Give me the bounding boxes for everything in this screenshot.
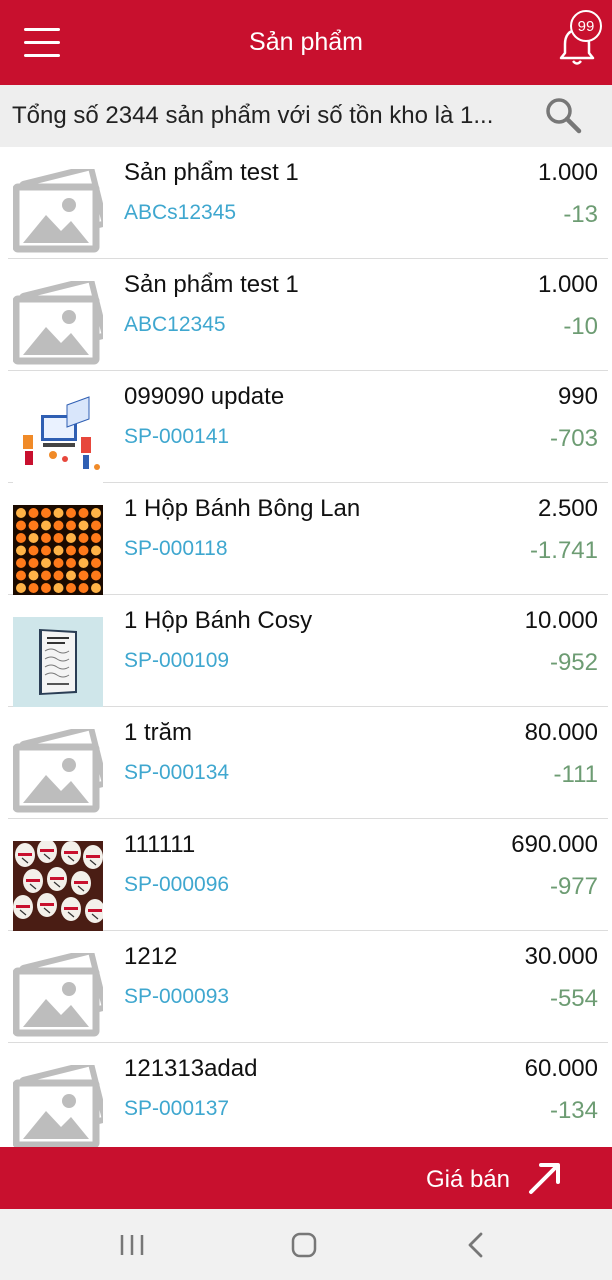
product-stock: -977	[549, 873, 598, 900]
product-code: ABC12345	[124, 313, 226, 336]
product-name: 1 trăm	[124, 719, 193, 746]
product-price: 2.500	[537, 495, 598, 522]
product-row[interactable]: 1 Hộp Bánh Bông Lan SP-000118 2.500 -1.741	[8, 483, 608, 595]
system-navigation-bar	[0, 1209, 612, 1280]
sale-price-label: Giá bán	[425, 1166, 510, 1193]
app-header: Sản phẩm 99	[0, 0, 612, 85]
bottom-action-bar: Giá bán	[0, 1147, 612, 1209]
product-price: 60.000	[524, 1055, 598, 1082]
product-price: 10.000	[524, 607, 598, 634]
lanterns-image	[13, 841, 103, 931]
product-row[interactable]: 1 trăm SP-000134 80.000 -111	[8, 707, 608, 819]
product-row[interactable]: 1212 SP-000093 30.000 -554	[8, 931, 608, 1043]
placeholder-image	[13, 169, 103, 259]
product-code: SP-000109	[124, 649, 230, 672]
back-icon[interactable]	[456, 1227, 496, 1263]
book-image	[13, 617, 103, 707]
product-stock: -111	[553, 761, 598, 788]
product-stock: -13	[563, 201, 598, 228]
product-price: 990	[557, 383, 598, 410]
product-stock: -10	[563, 313, 598, 340]
recent-apps-icon[interactable]	[112, 1227, 152, 1263]
arrow-up-right-icon	[529, 1163, 560, 1194]
product-stock: -703	[549, 425, 598, 452]
product-list: Sản phẩm test 1 ABCs12345 1.000 -13 Sản phẩ…	[0, 147, 612, 1155]
product-row[interactable]: 1 Hộp Bánh Cosy SP-000109 10.000 -952	[8, 595, 608, 707]
notification-badge: 99	[570, 10, 602, 42]
product-code: SP-000096	[124, 873, 230, 896]
product-name: 1212	[124, 943, 178, 970]
page-title: Sản phẩm	[249, 28, 363, 56]
product-row[interactable]: 111111 SP-000096 690.000 -977	[8, 819, 608, 931]
orange-lights-image	[13, 505, 103, 595]
product-summary: Tổng số 2344 sản phẩm với số tồn kho là …	[12, 102, 494, 129]
placeholder-image	[13, 729, 103, 819]
summary-bar: Tổng số 2344 sản phẩm với số tồn kho là …	[0, 85, 612, 147]
product-price: 30.000	[524, 943, 598, 970]
product-stock: -1.741	[529, 537, 598, 564]
product-price: 690.000	[511, 831, 598, 858]
product-code: SP-000118	[124, 537, 228, 560]
product-row[interactable]: 099090 update SP-000141 990 -703	[8, 371, 608, 483]
illustration-image	[13, 393, 103, 483]
product-price: 80.000	[524, 719, 598, 746]
search-icon[interactable]	[543, 95, 583, 135]
product-name: 1 Hộp Bánh Bông Lan	[124, 495, 361, 522]
home-icon[interactable]	[284, 1227, 324, 1263]
product-name: 099090 update	[124, 383, 285, 410]
placeholder-image	[13, 281, 103, 371]
product-row[interactable]: Sản phẩm test 1 ABCs12345 1.000 -13	[8, 147, 608, 259]
product-price: 1.000	[537, 159, 598, 186]
product-code: SP-000141	[124, 425, 230, 448]
product-name: Sản phẩm test 1	[124, 159, 299, 186]
product-stock: -952	[549, 649, 598, 676]
product-code: SP-000137	[124, 1097, 230, 1120]
product-code: ABCs12345	[124, 201, 237, 224]
placeholder-image	[13, 1065, 103, 1155]
product-name: Sản phẩm test 1	[124, 271, 299, 298]
product-code: SP-000093	[124, 985, 230, 1008]
product-code: SP-000134	[124, 761, 230, 784]
product-name: 1 Hộp Bánh Cosy	[124, 607, 313, 634]
sale-price-button[interactable]: Giá bán	[366, 1147, 566, 1209]
product-row[interactable]: Sản phẩm test 1 ABC12345 1.000 -10	[8, 259, 608, 371]
product-stock: -554	[549, 985, 598, 1012]
product-stock: -134	[549, 1097, 598, 1124]
product-name: 111111	[124, 831, 196, 858]
product-name: 121313adad	[124, 1055, 258, 1082]
product-row[interactable]: 121313adad SP-000137 60.000 -134	[8, 1043, 608, 1155]
placeholder-image	[13, 953, 103, 1043]
product-price: 1.000	[537, 271, 598, 298]
